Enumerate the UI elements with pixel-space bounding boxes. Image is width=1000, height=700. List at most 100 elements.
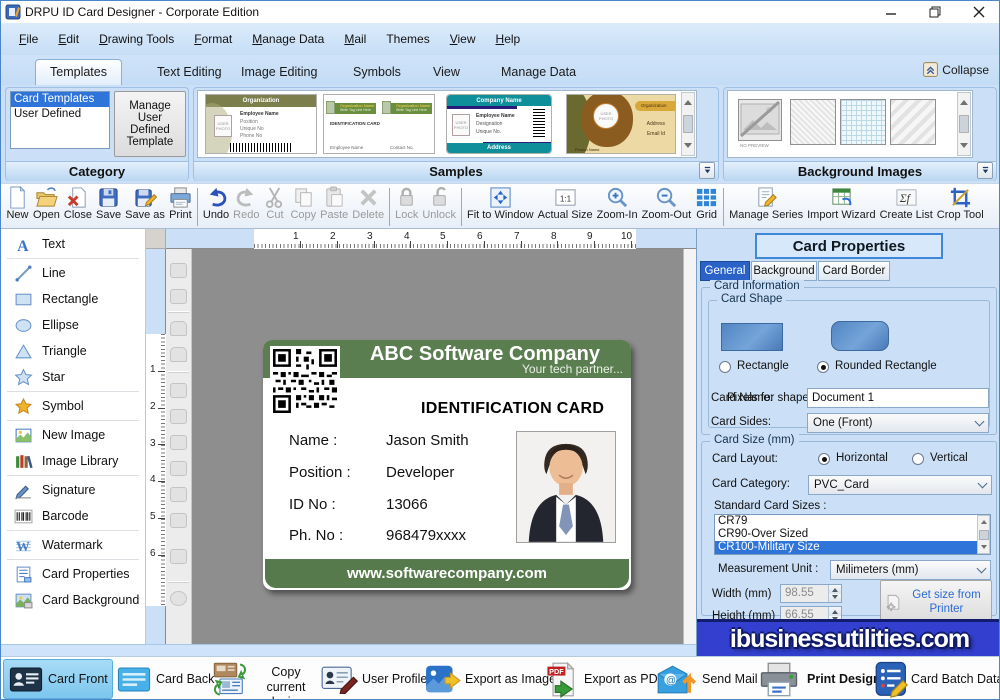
export-as-pdf-button[interactable]: Export as PDF	[584, 672, 665, 686]
canvas-scrollbar[interactable]	[683, 249, 696, 644]
horizontal-radio[interactable]	[818, 453, 830, 465]
field-value[interactable]: 13066	[386, 496, 428, 513]
background-thumb-texture[interactable]	[790, 99, 836, 145]
card-front-label[interactable]: Card Front	[48, 672, 108, 686]
menu-format[interactable]: Format	[184, 28, 242, 50]
send-mail-button[interactable]: Send Mail	[702, 672, 758, 686]
measurement-unit-dropdown[interactable]: Milimeters (mm)	[830, 560, 991, 580]
background-thumb-weave[interactable]	[890, 99, 936, 145]
menu-manage-data[interactable]: Manage Data	[242, 28, 334, 50]
field-label[interactable]: Name :	[289, 432, 337, 449]
align-left-icon[interactable]	[170, 383, 187, 398]
redo-button[interactable]: Redo	[231, 186, 261, 221]
lock-button[interactable]: Lock	[393, 186, 420, 221]
width-spinner[interactable]: 98.55	[780, 584, 842, 603]
tool-star[interactable]: Star	[1, 364, 145, 390]
card-back-button[interactable]: Card Back	[156, 672, 214, 686]
rectangle-shape-preview[interactable]	[721, 323, 783, 351]
align-right-icon[interactable]	[170, 435, 187, 450]
menu-file[interactable]: File	[9, 28, 48, 50]
design-canvas[interactable]: 1 2 3 4 5 6 7 8 9 10 1 2 3 4	[146, 229, 696, 644]
tool-ellipse[interactable]: Ellipse	[1, 312, 145, 338]
rectangle-radio-label[interactable]: Rectangle	[737, 360, 789, 372]
menu-mail[interactable]: Mail	[334, 28, 376, 50]
background-thumb-grid[interactable]	[840, 99, 886, 145]
background-thumb-no-preview[interactable]	[738, 99, 782, 141]
crop-tool-button[interactable]: Crop Tool	[935, 186, 986, 221]
card-heading[interactable]: IDENTIFICATION CARD	[421, 400, 604, 418]
tool-signature[interactable]: Signature	[1, 477, 145, 503]
field-value[interactable]: 968479xxxx	[386, 527, 466, 544]
cut-button[interactable]: Cut	[261, 186, 288, 221]
tool-triangle[interactable]: Triangle	[1, 338, 145, 364]
scroll-down-icon[interactable]	[981, 545, 987, 552]
paste-button[interactable]: Paste	[318, 186, 350, 221]
bring-forward-icon[interactable]	[170, 263, 187, 278]
samples-expand-button[interactable]	[699, 162, 715, 179]
rounded-rectangle-radio-label[interactable]: Rounded Rectangle	[835, 360, 937, 372]
tab-text-editing[interactable]: Text Editing	[157, 65, 222, 79]
tool-card-background[interactable]: Card Background	[1, 587, 145, 613]
undo-button[interactable]: Undo	[201, 186, 231, 221]
field-value[interactable]: Jason Smith	[386, 432, 469, 449]
close-button[interactable]	[957, 1, 1000, 23]
tab-card-border[interactable]: Card Border	[818, 261, 890, 281]
spinner-buttons[interactable]	[828, 585, 841, 602]
field-label[interactable]: Position :	[289, 464, 351, 481]
menu-help[interactable]: Help	[486, 28, 531, 50]
rounded-rectangle-radio[interactable]	[817, 361, 829, 373]
sample-template-1[interactable]: Organization USER PHOTO Employee Name Po…	[205, 94, 317, 154]
spin-up-icon[interactable]	[832, 585, 838, 592]
category-item-user-defined[interactable]: User Defined	[11, 107, 109, 122]
scroll-up-icon[interactable]	[684, 96, 692, 105]
zoom-out-button[interactable]: Zoom-Out	[640, 186, 694, 221]
tool-text[interactable]: A Text	[1, 231, 145, 257]
field-label[interactable]: Ph. No :	[289, 527, 343, 544]
card-website-band[interactable]: www.softwarecompany.com	[265, 559, 629, 588]
fit-to-window-button[interactable]: Fit to Window	[465, 186, 536, 221]
card-category-dropdown[interactable]: PVC_Card	[808, 475, 992, 495]
export-as-image-button[interactable]: Export as Image	[465, 672, 556, 686]
tool-rectangle[interactable]: Rectangle	[1, 286, 145, 312]
scroll-down-icon[interactable]	[684, 143, 692, 152]
align-top-icon[interactable]	[170, 461, 187, 476]
sample-template-3[interactable]: Company Name USER PHOTO Employee Name De…	[446, 94, 552, 154]
menu-drawing-tools[interactable]: Drawing Tools	[89, 28, 184, 50]
sample-template-2[interactable]: Organization Name Write Tag Line Here Or…	[323, 94, 435, 154]
grid-button[interactable]: Grid	[693, 186, 720, 221]
copy-button[interactable]: Copy	[288, 186, 318, 221]
tool-card-properties[interactable]: Card Properties	[1, 561, 145, 587]
collapse-button[interactable]: Collapse	[923, 62, 989, 77]
scroll-up-icon[interactable]	[960, 96, 968, 105]
manage-series-button[interactable]: Manage Series	[727, 186, 805, 221]
user-profile-button[interactable]: User Profile	[362, 672, 427, 686]
spin-down-icon[interactable]	[832, 595, 838, 602]
save-button[interactable]: Save	[94, 186, 123, 221]
print-button[interactable]: Print	[167, 186, 194, 221]
sizes-scrollbar[interactable]	[977, 515, 990, 554]
menu-themes[interactable]: Themes	[376, 28, 439, 50]
close-file-button[interactable]: Close	[62, 186, 94, 221]
card-name-input[interactable]	[807, 388, 989, 408]
create-list-button[interactable]: Σf Create List	[878, 186, 935, 221]
vertical-radio[interactable]	[912, 453, 924, 465]
field-value[interactable]: Developer	[386, 464, 454, 481]
manage-user-defined-template-button[interactable]: Manage User Defined Template	[114, 91, 186, 157]
tool-watermark[interactable]: W Watermark	[1, 532, 145, 558]
magnifier-icon[interactable]	[170, 591, 187, 606]
save-as-button[interactable]: Save as	[123, 186, 167, 221]
tab-view[interactable]: View	[433, 65, 460, 79]
horizontal-radio-label[interactable]: Horizontal	[836, 452, 888, 464]
tab-manage-data[interactable]: Manage Data	[501, 65, 576, 79]
tab-templates[interactable]: Templates	[35, 59, 122, 85]
align-center-icon[interactable]	[170, 409, 187, 424]
tab-background[interactable]: Background	[751, 261, 817, 281]
minimize-button[interactable]	[869, 1, 913, 23]
size-option-cr100[interactable]: CR100-Military Size	[715, 541, 990, 554]
scroll-up-icon[interactable]	[981, 517, 987, 524]
field-label[interactable]: ID No :	[289, 496, 336, 513]
unlock-object-icon[interactable]	[170, 347, 187, 362]
qr-code[interactable]	[270, 346, 340, 416]
actual-size-button[interactable]: 1:1 Actual Size	[536, 186, 595, 221]
unlock-button[interactable]: Unlock	[420, 186, 458, 221]
